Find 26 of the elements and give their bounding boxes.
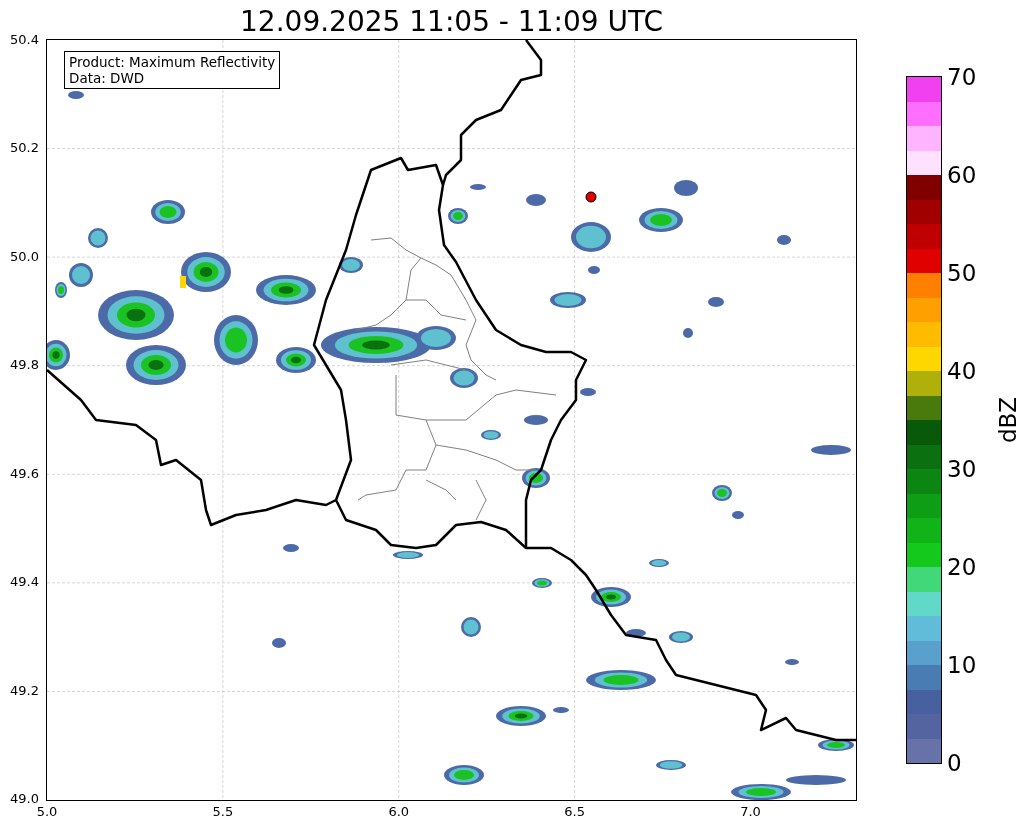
- colorbar-tick-label: 0: [947, 749, 962, 777]
- colorbar-tick-label: 30: [947, 455, 977, 483]
- axis-tick-label: 49.8: [10, 358, 39, 374]
- axis-tick-label: 6.5: [564, 804, 585, 819]
- colorbar-tick-label: 40: [947, 357, 977, 385]
- axis-tick-label: 50.2: [10, 141, 39, 157]
- axis-tick-label: 50.0: [10, 249, 39, 265]
- colorbar-tick-label: 10: [947, 651, 977, 679]
- colorbar-tick-label: 20: [947, 553, 977, 581]
- axis-tick-label: 49.2: [10, 683, 39, 699]
- info-text: Data: DWD: [69, 70, 146, 86]
- axis-tick-label: 49.6: [10, 466, 39, 482]
- colorbar-tick-label: 50: [947, 259, 977, 287]
- colorbar-label: dBZ: [995, 396, 1021, 444]
- info-text: Product: Maximum Reflectivity: [69, 54, 276, 70]
- axis-tick-label: 7.0: [740, 804, 761, 819]
- chart-title: 12.09.2025 11:05 - 11:09 UTC: [239, 4, 664, 40]
- axis-tick-label: 49.4: [10, 575, 39, 591]
- colorbar-tick-label: 70: [947, 63, 977, 91]
- axis-tick-label: 6.0: [388, 804, 410, 819]
- location-marker: [585, 191, 597, 203]
- axis-tick-label: 5.5: [212, 804, 234, 819]
- axis-tick-label: 50.4: [10, 32, 39, 48]
- axis-tick-label: 49.0: [10, 792, 39, 807]
- axis-tick-label: 5.0: [36, 804, 58, 819]
- colorbar-tick-label: 60: [947, 161, 977, 189]
